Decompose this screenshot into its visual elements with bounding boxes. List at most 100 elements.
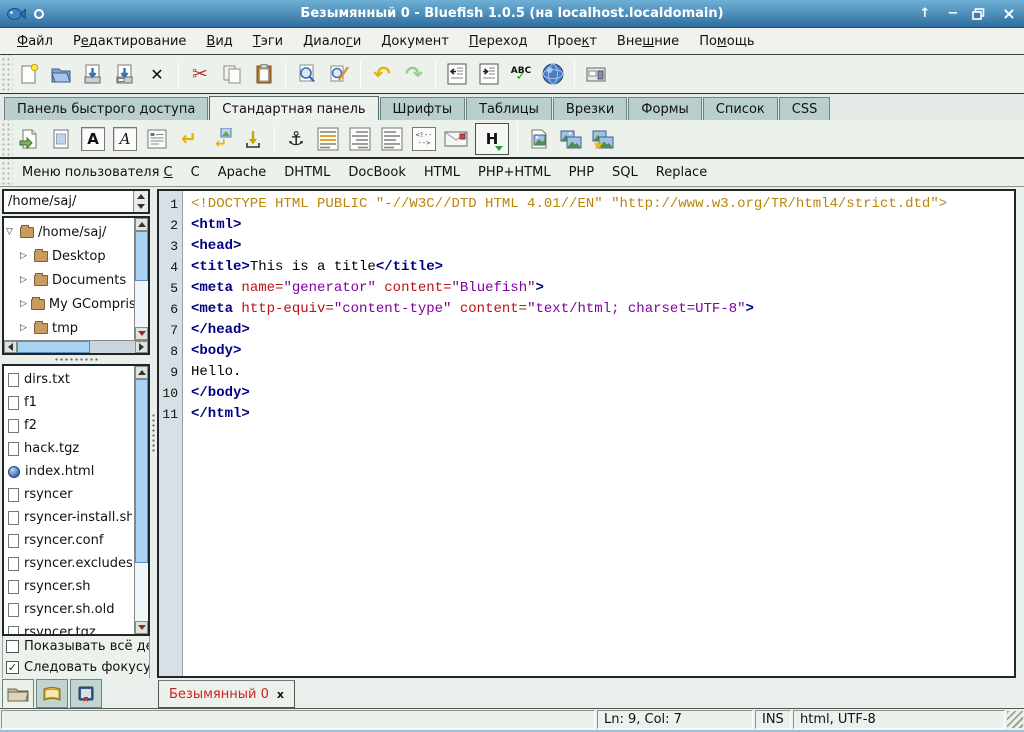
toolbar-tab-4[interactable]: Врезки <box>553 97 627 120</box>
paste-button[interactable] <box>248 59 280 89</box>
file-list-item[interactable]: rsyncer.sh <box>6 575 132 598</box>
minimize-icon[interactable]: − <box>944 6 962 21</box>
keep-above-icon[interactable]: ↑ <box>916 6 934 21</box>
tree-vertical-scrollbar[interactable] <box>134 218 148 340</box>
file-list-item[interactable]: rsyncer.sh.old <box>6 598 132 621</box>
checkbox-icon[interactable]: ✓ <box>6 661 19 674</box>
checkbox-icon[interactable] <box>6 640 19 653</box>
menubar-item-1[interactable]: Редактирование <box>64 31 195 52</box>
preview-in-browser-icon[interactable] <box>537 59 569 89</box>
custom-menu-item-8[interactable]: SQL <box>603 161 647 184</box>
scroll-down-icon[interactable] <box>135 327 148 340</box>
directory-path-value[interactable]: /home/saj/ <box>4 194 133 209</box>
spinner-down-icon[interactable] <box>134 202 148 213</box>
custom-menu-item-2[interactable]: Apache <box>209 161 276 184</box>
italic-button[interactable]: A <box>109 124 141 154</box>
bookmarks-tab[interactable] <box>70 679 102 708</box>
custom-menu-item-7[interactable]: PHP <box>560 161 603 184</box>
toolbar-tab-7[interactable]: CSS <box>779 97 831 120</box>
tree-root-row[interactable]: ▽/home/saj/ <box>6 220 132 244</box>
scroll-right-icon[interactable] <box>135 341 148 353</box>
toolbar-grip[interactable] <box>0 159 13 186</box>
document-close-icon[interactable]: x <box>277 688 284 701</box>
code-line[interactable]: <!DOCTYPE HTML PUBLIC "-//W3C//DTD HTML … <box>191 194 1014 215</box>
redo-button[interactable]: ↷ <box>398 59 430 89</box>
document-tab[interactable]: Безымянный 0 x <box>158 680 295 708</box>
show-full-tree-checkbox[interactable]: Показывать всё де <box>2 636 150 657</box>
file-list-item[interactable]: index.html <box>6 460 132 483</box>
code-area[interactable]: <!DOCTYPE HTML PUBLIC "-//W3C//DTD HTML … <box>183 191 1014 676</box>
scroll-down-icon[interactable] <box>135 621 148 634</box>
body-button[interactable] <box>45 124 77 154</box>
sidebar-splitter[interactable] <box>150 187 157 678</box>
tree-collapsed-icon[interactable]: ▷ <box>20 251 30 261</box>
custom-menu-item-3[interactable]: DHTML <box>275 161 339 184</box>
code-line[interactable]: </html> <box>191 404 1014 425</box>
file-list-item[interactable]: rsyncer.excludes <box>6 552 132 575</box>
custom-menu-item-5[interactable]: HTML <box>415 161 469 184</box>
code-line[interactable]: </body> <box>191 383 1014 404</box>
custom-menu-item-1[interactable]: C <box>182 161 209 184</box>
copy-button[interactable] <box>216 59 248 89</box>
cut-button[interactable]: ✂ <box>184 59 216 89</box>
view-panes-button[interactable] <box>580 59 612 89</box>
menubar-item-7[interactable]: Проект <box>538 31 605 52</box>
line-break-button[interactable]: ↵ <box>173 124 205 154</box>
sidebar-pane-handle[interactable] <box>2 355 150 364</box>
menubar-item-2[interactable]: Вид <box>197 31 241 52</box>
open-file-button[interactable] <box>45 59 77 89</box>
spinner-up-icon[interactable] <box>134 191 148 202</box>
comment-button[interactable]: <!----> <box>408 124 440 154</box>
close-document-button[interactable]: ✕ <box>141 59 173 89</box>
tree-expanded-icon[interactable]: ▽ <box>6 227 16 237</box>
heading-dropdown-button[interactable]: H <box>472 124 512 154</box>
file-list-item[interactable]: rsyncer <box>6 483 132 506</box>
resize-grip[interactable] <box>1007 711 1023 728</box>
menubar-item-6[interactable]: Переход <box>460 31 537 52</box>
tree-child-row[interactable]: ▷tmp <box>6 316 132 340</box>
save-as-button[interactable] <box>109 59 141 89</box>
spellcheck-button[interactable]: ABC✓ <box>505 59 537 89</box>
combo-spinner[interactable] <box>133 191 148 212</box>
directory-combo[interactable]: /home/saj/ <box>2 189 150 214</box>
tree-child-row[interactable]: ▷Documents <box>6 268 132 292</box>
save-button[interactable] <box>77 59 109 89</box>
file-list-item[interactable]: rsyncer-install.sh <box>6 506 132 529</box>
document-tab-label[interactable]: Безымянный 0 <box>169 687 269 702</box>
code-line[interactable]: Hello. <box>191 362 1014 383</box>
toolbar-tab-2[interactable]: Шрифты <box>380 97 466 120</box>
toolbar-tab-3[interactable]: Таблицы <box>466 97 552 120</box>
custom-menu-item-9[interactable]: Replace <box>647 161 716 184</box>
code-line[interactable]: <body> <box>191 341 1014 362</box>
menubar-item-4[interactable]: Диалоги <box>294 31 370 52</box>
custom-menu-item-6[interactable]: PHP+HTML <box>469 161 560 184</box>
find-button[interactable] <box>291 59 323 89</box>
toolbar-grip[interactable] <box>0 120 13 157</box>
scroll-left-icon[interactable] <box>4 341 17 353</box>
scroll-up-icon[interactable] <box>135 218 148 231</box>
center-button[interactable] <box>312 124 344 154</box>
files-vertical-scrollbar[interactable] <box>134 366 148 634</box>
thumbnail-button[interactable] <box>555 124 587 154</box>
align-left-button[interactable] <box>376 124 408 154</box>
menubar-item-9[interactable]: Помощь <box>690 31 763 52</box>
scroll-up-icon[interactable] <box>135 366 148 379</box>
toolbar-grip[interactable] <box>0 55 13 93</box>
new-file-button[interactable] <box>13 59 45 89</box>
email-button[interactable] <box>440 124 472 154</box>
file-list-item[interactable]: rsyncer.conf <box>6 529 132 552</box>
find-replace-button[interactable] <box>323 59 355 89</box>
quickstart-button[interactable] <box>13 124 45 154</box>
code-line[interactable]: <meta name="generator" content="Bluefish… <box>191 278 1014 299</box>
tree-collapsed-icon[interactable]: ▷ <box>20 323 30 333</box>
menubar-item-3[interactable]: Тэги <box>244 31 292 52</box>
tree-collapsed-icon[interactable]: ▷ <box>20 275 30 285</box>
bold-button[interactable]: A <box>77 124 109 154</box>
unindent-button[interactable] <box>441 59 473 89</box>
menubar-item-5[interactable]: Документ <box>372 31 458 52</box>
toolbar-tab-6[interactable]: Список <box>703 97 778 120</box>
undo-button[interactable]: ↶ <box>366 59 398 89</box>
filebrowser-tab[interactable] <box>2 679 34 708</box>
file-list-item[interactable]: rsyncer.tgz <box>6 621 132 634</box>
toolbar-tab-1[interactable]: Стандартная панель <box>209 96 378 120</box>
